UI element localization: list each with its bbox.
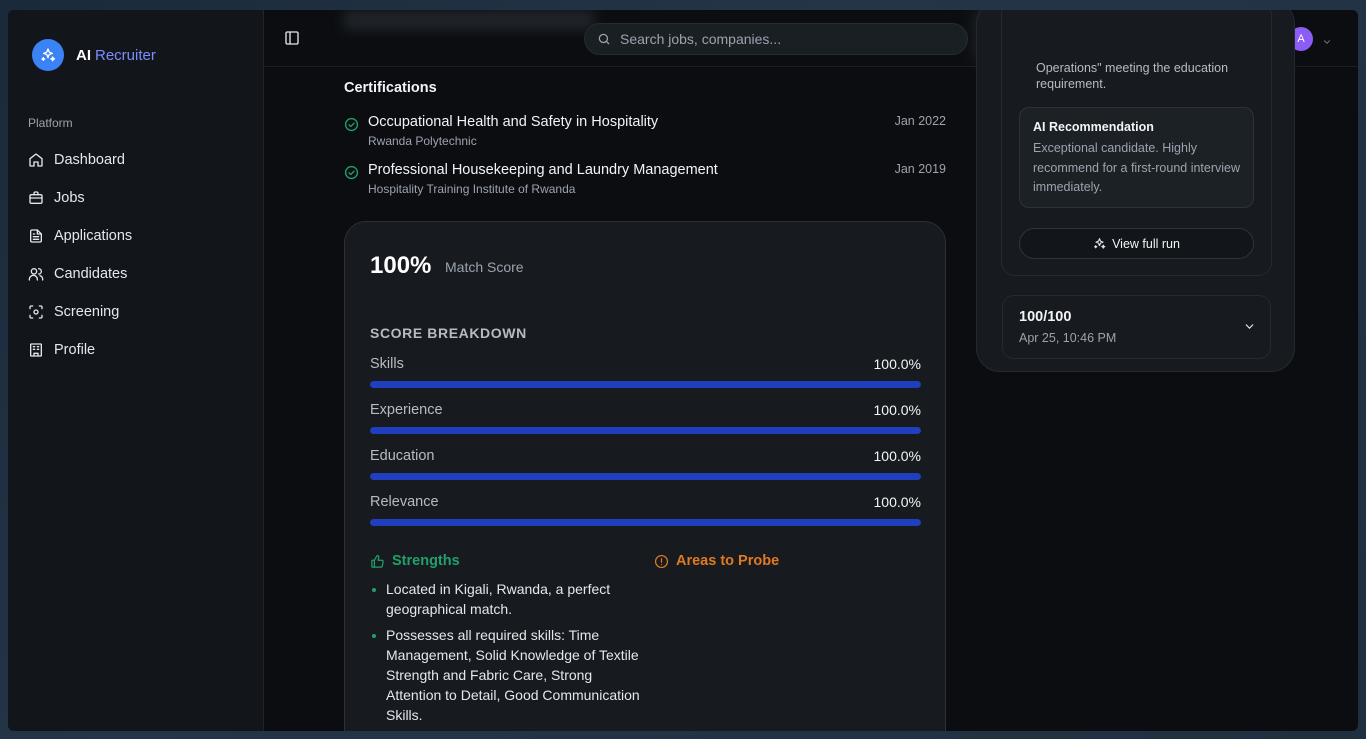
scan-icon (29, 305, 43, 319)
score-row-value: 100.0% (873, 356, 921, 372)
certification-org: Hospitality Training Institute of Rwanda (368, 182, 576, 196)
sidebar-item-label: Profile (54, 342, 96, 358)
sparkles-icon (32, 39, 64, 71)
progress-fill (370, 427, 921, 434)
app-window: AI Recruiter Platform Dashboard Jobs Appl… (8, 10, 1358, 731)
sidebar-item-label: Dashboard (54, 152, 125, 168)
document-icon (30, 229, 42, 243)
run-date: Apr 25, 10:46 PM (1019, 331, 1117, 345)
certification-item: Professional Housekeeping and Laundry Ma… (344, 162, 946, 198)
certification-item: Occupational Health and Safety in Hospit… (344, 114, 946, 150)
check-circle-icon (344, 165, 359, 180)
sidebar-toggle-button[interactable] (284, 30, 300, 51)
strengths-title: Strengths (392, 553, 460, 569)
sidebar-item-label: Candidates (54, 266, 128, 282)
sidebar-item-candidates[interactable]: Candidates (24, 255, 248, 293)
check-circle-icon (344, 117, 359, 132)
briefcase-icon (29, 191, 43, 204)
score-row-value: 100.0% (873, 494, 921, 510)
home-icon (29, 153, 43, 167)
strengths-heading: Strengths (370, 553, 460, 569)
run-history-item[interactable]: 100/100 Apr 25, 10:46 PM (1002, 295, 1271, 359)
run-score: 100/100 (1019, 309, 1072, 325)
areas-to-probe-title: Areas to Probe (676, 553, 780, 569)
score-row-label: Relevance (370, 494, 439, 510)
sidebar-item-profile[interactable]: Profile (24, 331, 248, 369)
thumbs-up-icon (371, 554, 384, 568)
sidebar: AI Recruiter Platform Dashboard Jobs Appl… (8, 10, 264, 731)
score-row-label: Skills (370, 356, 404, 372)
match-score-card: 100% Match Score SCORE BREAKDOWN Skills … (344, 221, 946, 731)
search-input[interactable] (620, 31, 940, 47)
chevron-down-icon[interactable] (1243, 320, 1256, 338)
certification-date: Jan 2022 (894, 114, 946, 128)
progress-fill (370, 473, 921, 480)
building-icon (30, 343, 42, 357)
progress-fill (370, 381, 921, 388)
certification-name: Professional Housekeeping and Laundry Ma… (368, 162, 718, 178)
ai-recommendation-box: AI Recommendation Exceptional candidate.… (1019, 107, 1254, 208)
sidebar-item-dashboard[interactable]: Dashboard (24, 141, 248, 179)
main-content: Certifications Occupational Health and S… (264, 67, 954, 731)
chevron-down-icon[interactable] (1322, 34, 1332, 52)
certifications-title: Certifications (344, 80, 437, 96)
blurred-region (344, 10, 594, 30)
match-score-value: 100% (370, 252, 432, 279)
brand-sub: Recruiter (95, 46, 156, 64)
analysis-text: Operations" meeting the education requir… (1036, 61, 1229, 91)
score-breakdown-title: SCORE BREAKDOWN (370, 325, 527, 341)
view-full-run-label: View full run (1112, 236, 1180, 251)
areas-to-probe-heading: Areas to Probe (654, 553, 779, 569)
certification-date: Jan 2019 (894, 162, 946, 176)
alert-circle-icon (654, 554, 669, 568)
score-row-value: 100.0% (873, 402, 921, 418)
ai-recommendation-title: AI Recommendation (1033, 120, 1154, 134)
list-item: Located in Kigali, Rwanda, a perfect geo… (370, 579, 640, 619)
progress-bar (370, 381, 921, 388)
match-score-label: Match Score (445, 259, 524, 275)
certification-org: Rwanda Polytechnic (368, 134, 477, 148)
sparkles-icon (1094, 238, 1106, 249)
ai-analysis-panel: Operations" meeting the education requir… (976, 10, 1295, 372)
users-icon (28, 268, 44, 281)
ai-recommendation-body: Exceptional candidate. Highly recommend … (1033, 141, 1241, 194)
certification-name: Occupational Health and Safety in Hospit… (368, 114, 659, 130)
search-bar[interactable] (584, 23, 968, 55)
strengths-list: Located in Kigali, Rwanda, a perfect geo… (370, 579, 640, 731)
progress-bar (370, 427, 921, 434)
search-icon (598, 33, 610, 45)
sidebar-item-label: Screening (54, 304, 120, 320)
progress-fill (370, 519, 921, 526)
sidebar-item-label: Applications (54, 228, 133, 244)
view-full-run-button[interactable]: View full run (1019, 228, 1254, 259)
brand-name: AI Recruiter (76, 46, 156, 64)
sidebar-section-label: Platform (28, 116, 73, 130)
score-row-label: Experience (370, 402, 443, 418)
brand[interactable]: AI Recruiter (32, 39, 156, 71)
score-row-label: Education (370, 448, 435, 464)
progress-bar (370, 519, 921, 526)
sidebar-item-applications[interactable]: Applications (24, 217, 248, 255)
sidebar-item-jobs[interactable]: Jobs (24, 179, 248, 217)
panel-left-icon (285, 31, 299, 45)
sidebar-item-label: Jobs (54, 190, 85, 206)
progress-bar (370, 473, 921, 480)
sidebar-nav: Dashboard Jobs Applications Candidates S… (24, 141, 248, 369)
score-row-value: 100.0% (873, 448, 921, 464)
sidebar-item-screening[interactable]: Screening (24, 293, 248, 331)
list-item: Possesses all required skills: Time Mana… (370, 625, 640, 725)
